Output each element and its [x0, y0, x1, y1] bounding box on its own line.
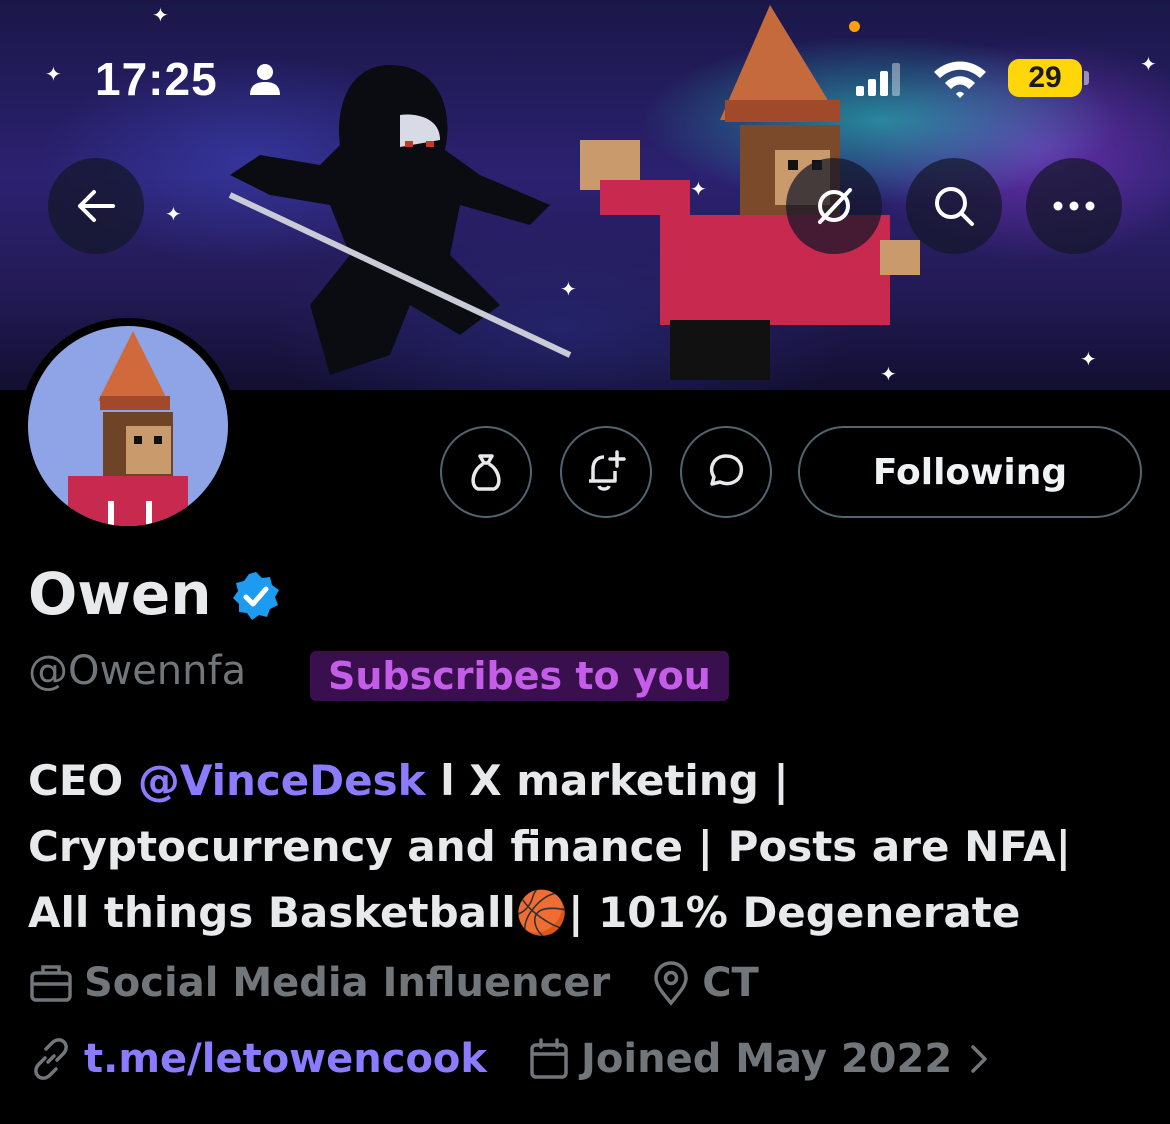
- arrow-left-icon: [78, 190, 115, 222]
- search-icon: [935, 187, 974, 226]
- message-button[interactable]: [680, 426, 772, 518]
- bio-prefix: CEO: [28, 756, 138, 805]
- money-bag-icon: [471, 454, 501, 491]
- star-decoration: ✦: [165, 204, 182, 226]
- profession-item: Social Media Influencer: [28, 960, 610, 1006]
- cellular-signal-icon: [856, 63, 900, 96]
- bell-plus-icon: [589, 450, 626, 491]
- calendar-icon: [530, 1038, 568, 1079]
- verified-badge-icon[interactable]: [230, 570, 282, 622]
- briefcase-icon: [30, 965, 72, 1002]
- link-icon: [34, 1038, 68, 1080]
- profile-avatar[interactable]: [20, 318, 236, 534]
- profile-meta-row: Social Media Influencer CT: [28, 960, 759, 1006]
- profile-handle: @Owennfa: [28, 648, 247, 694]
- more-horizontal-icon: [1053, 201, 1095, 211]
- joined-item[interactable]: Joined May 2022: [527, 1036, 988, 1082]
- location-item: CT: [650, 960, 759, 1006]
- chevron-right-icon: [971, 1045, 987, 1073]
- privacy-indicator: [849, 21, 860, 32]
- location-pin-icon: [654, 961, 688, 1006]
- location-text: CT: [702, 960, 759, 1006]
- notifications-button[interactable]: [560, 426, 652, 518]
- search-button[interactable]: [906, 158, 1002, 254]
- back-button[interactable]: [48, 158, 144, 254]
- grok-icon: [818, 188, 852, 224]
- joined-text: Joined May 2022: [581, 1036, 953, 1082]
- avatar-image: [28, 326, 228, 526]
- star-decoration: ✦: [1080, 349, 1097, 371]
- wifi-icon: [934, 61, 986, 98]
- battery-indicator: 29: [1008, 59, 1082, 97]
- profile-name: Owen: [28, 560, 212, 628]
- subscribes-to-you-badge: Subscribes to you: [310, 651, 729, 701]
- more-button[interactable]: [1026, 158, 1122, 254]
- status-time: 17:25: [95, 53, 218, 105]
- basketball-emoji: 🏀: [515, 888, 569, 937]
- focus-person-icon: [250, 64, 280, 95]
- grok-button[interactable]: [786, 158, 882, 254]
- bio-mention-link[interactable]: @VinceDesk: [138, 756, 426, 805]
- chat-bubble-icon: [709, 454, 744, 486]
- profile-bio: CEO @VinceDesk l X marketing | Cryptocur…: [28, 748, 1138, 946]
- bio-suffix: | 101% Degenerate: [568, 888, 1021, 937]
- following-button[interactable]: Following: [798, 426, 1142, 518]
- website-link[interactable]: t.me/letowencook: [84, 1036, 487, 1082]
- website-item[interactable]: t.me/letowencook: [28, 1036, 487, 1082]
- profile-meta-row: t.me/letowencook Joined May 2022: [28, 1036, 988, 1082]
- status-bar: 17:25 29: [0, 0, 1170, 150]
- pixel-ape-avatar: [68, 331, 188, 526]
- tip-button[interactable]: [440, 426, 532, 518]
- battery-nub: [1084, 71, 1089, 85]
- profession-text: Social Media Influencer: [84, 960, 611, 1006]
